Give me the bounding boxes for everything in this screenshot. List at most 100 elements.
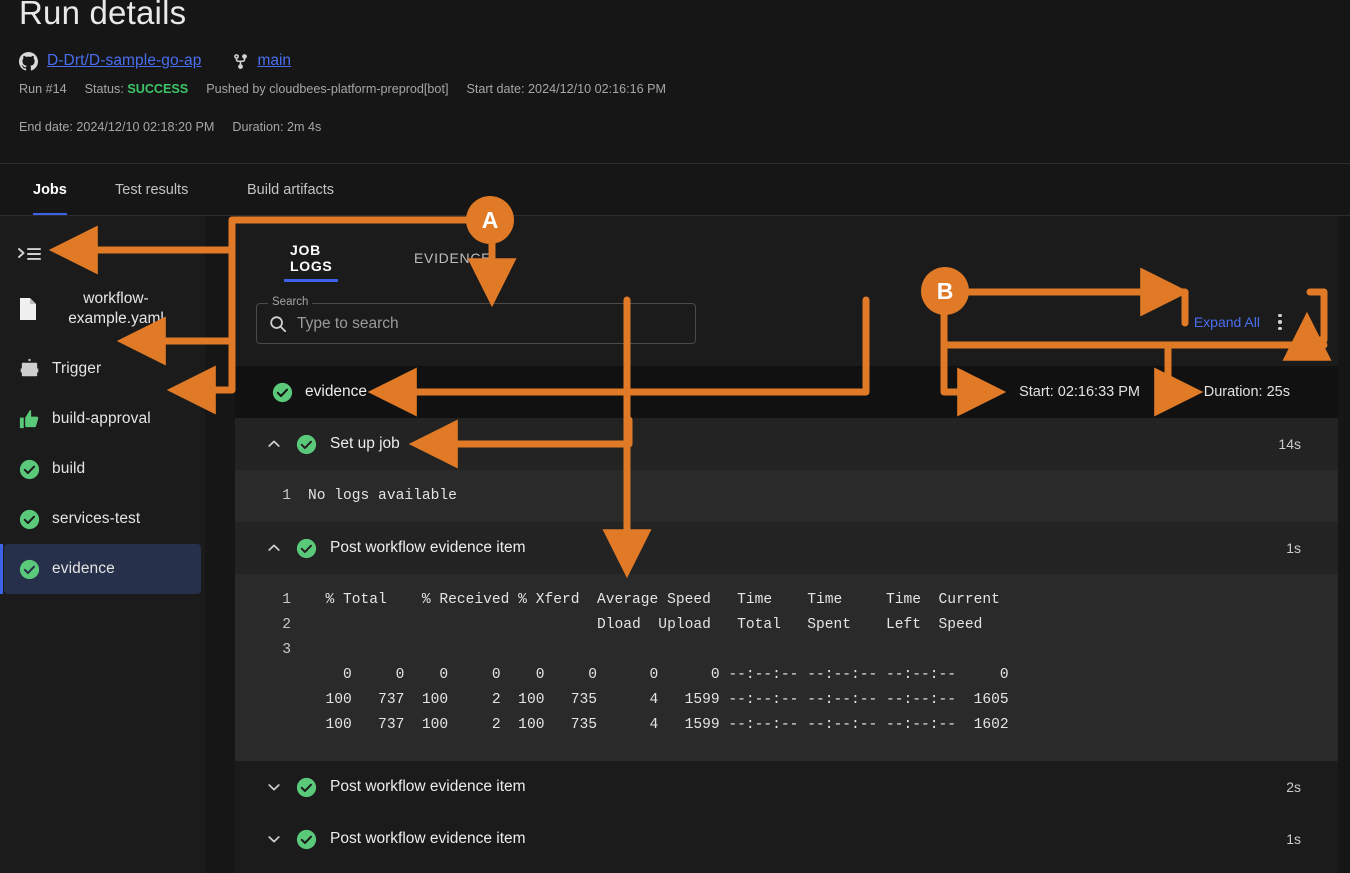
step-duration: 2s xyxy=(1286,779,1301,795)
log-line-number: 3 xyxy=(235,642,291,658)
pushed-by: Pushed by cloudbees-platform-preprod[bot… xyxy=(206,82,448,96)
job-duration: Duration: 25s xyxy=(1204,384,1290,400)
step-name: Post workflow evidence item xyxy=(330,778,526,796)
log-line: 2 Dload Upload Total Spent Left Speed xyxy=(235,612,1338,637)
tab-jobs[interactable]: Jobs xyxy=(33,164,67,216)
branch-wrap: main xyxy=(232,52,291,70)
job-summary-row[interactable]: evidence Start: 02:16:33 PM Duration: 25… xyxy=(235,366,1338,418)
search-field[interactable]: Search xyxy=(256,303,696,344)
step-duration: 1s xyxy=(1286,540,1301,556)
thumbs-up-icon xyxy=(18,408,41,431)
start-date: Start date: 2024/12/10 02:16:16 PM xyxy=(466,82,666,96)
sidebar-item-trigger[interactable]: Trigger xyxy=(4,344,201,394)
run-details-header: Run details D-Drt/D-sample-go-ap main Ru… xyxy=(0,0,1350,163)
collapse-panel-icon[interactable] xyxy=(17,244,43,266)
run-meta-row-2: End date: 2024/12/10 02:18:20 PM Duration… xyxy=(19,120,321,134)
step-row[interactable]: Post workflow evidence item 1s xyxy=(235,522,1338,574)
sidebar-item-build-approval[interactable]: build-approval xyxy=(4,394,201,444)
step-log-block: 1 No logs available xyxy=(235,470,1338,522)
github-icon xyxy=(19,52,38,71)
annotation-badge-a: A xyxy=(466,196,514,244)
step-duration: 14s xyxy=(1278,436,1301,452)
log-line: 100 737 100 2 100 735 4 1599 --:--:-- --… xyxy=(235,687,1338,712)
step-name: Set up job xyxy=(330,435,400,453)
tab-build-artifacts-label: Build artifacts xyxy=(247,182,334,198)
tab-evidence-underline xyxy=(408,279,497,282)
branch-link[interactable]: main xyxy=(257,52,291,70)
sidebar-item-trigger-label: Trigger xyxy=(52,360,101,378)
tab-build-artifacts[interactable]: Build artifacts xyxy=(247,164,334,216)
log-line-text: No logs available xyxy=(308,488,457,504)
tab-job-logs-underline xyxy=(284,279,338,282)
search-input[interactable] xyxy=(297,315,627,333)
more-vertical-icon[interactable] xyxy=(1271,312,1289,332)
log-line-text: 100 737 100 2 100 735 4 1599 --:--:-- --… xyxy=(308,692,1009,708)
log-line: 1 No logs available xyxy=(235,483,1338,508)
run-meta-row-1: Run #14 Status: SUCCESS Pushed by cloudbee… xyxy=(19,82,666,96)
status-label: Status: xyxy=(85,82,124,96)
chevron-up-icon xyxy=(266,540,282,556)
robot-icon xyxy=(18,358,41,381)
tab-job-logs-label: JOB LOGS xyxy=(290,242,332,274)
success-check-icon xyxy=(272,382,293,403)
branch-icon xyxy=(232,53,249,70)
log-line: 3 xyxy=(235,637,1338,662)
sidebar-item-build-label: build xyxy=(52,460,85,478)
log-line-number: 1 xyxy=(235,592,291,608)
workflow-file-label: workflow-example.yaml xyxy=(51,289,181,329)
expand-all-button[interactable]: Expand All xyxy=(1194,314,1260,330)
step-row[interactable]: Set up job 14s xyxy=(235,418,1338,470)
sidebar-item-build[interactable]: build xyxy=(4,444,201,494)
tab-job-logs[interactable]: JOB LOGS xyxy=(290,240,332,276)
end-date: End date: 2024/12/10 02:18:20 PM xyxy=(19,120,214,134)
log-line: 100 737 100 2 100 735 4 1599 --:--:-- --… xyxy=(235,712,1338,737)
log-line: 0 0 0 0 0 0 0 0 --:--:-- --:--:-- --:--:… xyxy=(235,662,1338,687)
run-number: Run #14 xyxy=(19,82,67,96)
chevron-up-icon xyxy=(266,436,282,452)
page-title: Run details xyxy=(19,0,186,32)
log-line-text: 0 0 0 0 0 0 0 0 --:--:-- --:--:-- --:--:… xyxy=(308,667,1009,683)
sidebar-item-evidence-label: evidence xyxy=(52,560,115,578)
log-line: 1 % Total % Received % Xferd Average Spe… xyxy=(235,587,1338,612)
success-check-icon xyxy=(296,829,317,850)
run-duration: Duration: 2m 4s xyxy=(232,120,321,134)
repo-branch-line: D-Drt/D-sample-go-ap main xyxy=(19,50,291,72)
workflow-file-item[interactable]: workflow-example.yaml xyxy=(0,278,205,340)
chevron-down-icon xyxy=(266,779,282,795)
tab-test-results-label: Test results xyxy=(115,182,188,198)
job-start-time: Start: 02:16:33 PM xyxy=(1019,384,1140,400)
log-line-text: Dload Upload Total Spent Left Speed xyxy=(308,617,982,633)
success-check-icon xyxy=(296,777,317,798)
tab-evidence-label: EVIDENCE xyxy=(414,250,491,266)
step-name: Post workflow evidence item xyxy=(330,539,526,557)
status-badge: SUCCESS xyxy=(127,82,188,96)
job-name: evidence xyxy=(305,383,367,401)
tab-evidence[interactable]: EVIDENCE xyxy=(414,240,491,276)
step-duration: 1s xyxy=(1286,831,1301,847)
jobs-sidebar: workflow-example.yaml Trigger build-appr… xyxy=(0,216,205,873)
sidebar-item-evidence[interactable]: evidence xyxy=(4,544,201,594)
app-root: Run details D-Drt/D-sample-go-ap main Ru… xyxy=(0,0,1350,873)
log-line-text: % Total % Received % Xferd Average Speed… xyxy=(308,592,1000,608)
annotation-badge-b: B xyxy=(921,267,969,315)
log-line-number: 2 xyxy=(235,617,291,633)
sidebar-item-services-test[interactable]: services-test xyxy=(4,494,201,544)
sidebar-item-build-approval-label: build-approval xyxy=(52,410,151,428)
log-line-number: 1 xyxy=(235,488,291,504)
step-name: Post workflow evidence item xyxy=(330,830,526,848)
sidebar-item-services-test-label: services-test xyxy=(52,510,140,528)
step-row[interactable]: Post workflow evidence item 1s xyxy=(235,813,1338,865)
chevron-down-icon xyxy=(266,831,282,847)
success-check-icon xyxy=(18,508,41,531)
primary-tabs: Jobs Test results Build artifacts xyxy=(0,164,1350,216)
file-icon xyxy=(17,297,39,321)
step-row[interactable]: Post workflow evidence item 2s xyxy=(235,761,1338,813)
job-detail-panel: JOB LOGS EVIDENCE Search Expand All xyxy=(235,216,1338,873)
success-check-icon xyxy=(18,558,41,581)
search-icon xyxy=(269,315,287,333)
tab-jobs-label: Jobs xyxy=(33,182,67,198)
repo-link[interactable]: D-Drt/D-sample-go-ap xyxy=(47,52,201,70)
success-check-icon xyxy=(296,434,317,455)
tab-test-results[interactable]: Test results xyxy=(115,164,188,216)
success-check-icon xyxy=(18,458,41,481)
